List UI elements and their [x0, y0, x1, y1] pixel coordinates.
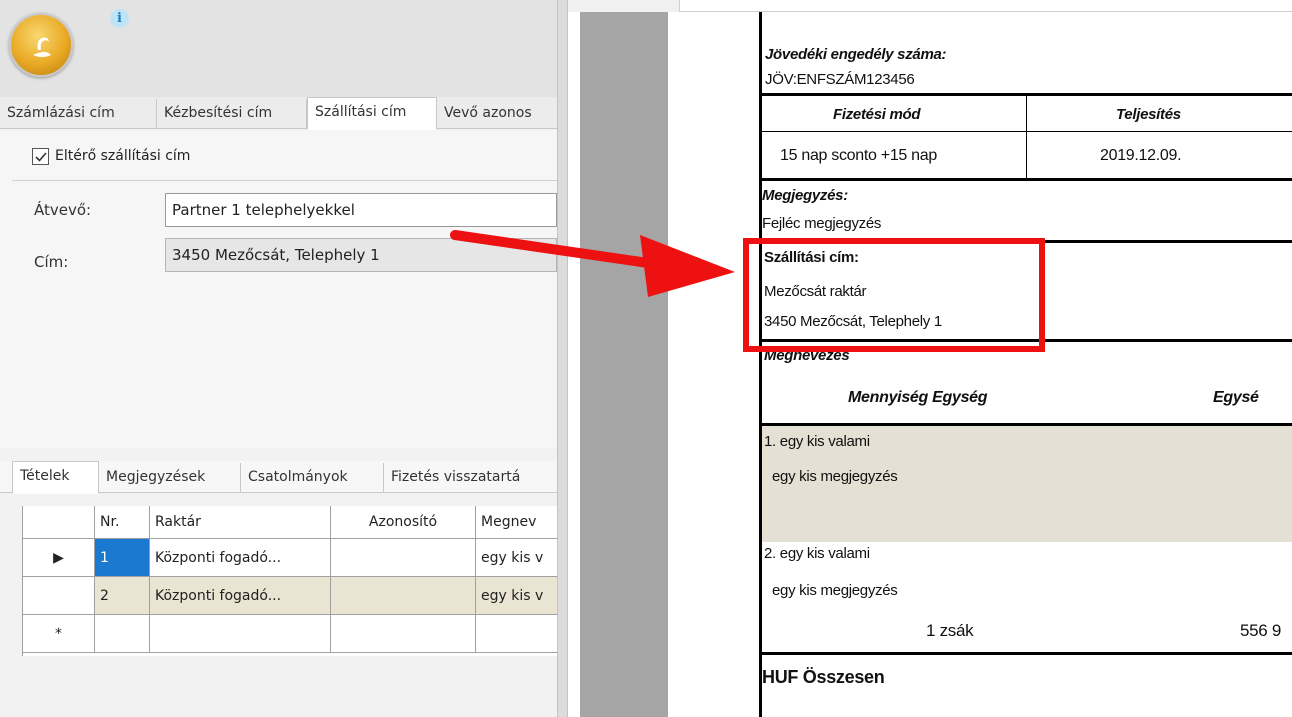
page-border-left: [759, 12, 762, 717]
cell-raktar[interactable]: Központi fogadó...: [150, 577, 331, 615]
new-row[interactable]: *: [23, 615, 557, 653]
qty-unit-header: Mennyiség Egység: [848, 389, 988, 406]
fulfillment-header: Teljesítés: [1116, 106, 1181, 123]
note-label: Megjegyzés:: [762, 187, 848, 204]
header-nr[interactable]: Nr.: [95, 506, 150, 539]
total-label: HUF Összesen: [762, 667, 885, 687]
cell-raktar[interactable]: Központi fogadó...: [150, 539, 331, 577]
detail-tabs: Tételek Megjegyzések Csatolmányok Fizeté…: [0, 461, 557, 494]
row-indicator: ▶: [23, 539, 95, 577]
tab-notes[interactable]: Megjegyzések: [99, 463, 241, 493]
highlight-box: [743, 238, 1045, 352]
unit-price-header: Egysé: [1213, 389, 1259, 406]
cell-megnev[interactable]: egy kis v: [476, 577, 557, 615]
red-arrow-icon: [450, 230, 735, 297]
header-indicator: [23, 506, 95, 539]
table-row[interactable]: ▶ 1 Központi fogadó... egy kis v: [23, 539, 557, 577]
tab-attachments[interactable]: Csatolmányok: [241, 463, 384, 493]
tab-delivery-address[interactable]: Kézbesítési cím: [157, 99, 307, 129]
app-menu-button[interactable]: [9, 13, 73, 77]
tab-customer-id[interactable]: Vevő azonos: [437, 99, 557, 129]
cell-azonosito[interactable]: [331, 539, 476, 577]
cell-nr[interactable]: 2: [95, 577, 150, 615]
rule: [762, 131, 1292, 132]
preview-margin: [580, 12, 668, 717]
grid-header-row: Nr. Raktár Azonosító Megnev: [23, 506, 557, 539]
item2-title: 2. egy kis valami: [764, 545, 870, 562]
app-logo-icon: [33, 37, 51, 57]
cell-azonosito[interactable]: [331, 615, 476, 653]
print-preview-page[interactable]: Jövedéki engedély száma: JÖV:ENFSZÁM1234…: [668, 12, 1292, 717]
tab-payment-retention[interactable]: Fizetés visszatartá: [384, 463, 557, 493]
checkbox-label: Eltérő szállítási cím: [55, 148, 191, 164]
rule: [759, 178, 1292, 181]
cell-nr[interactable]: 1: [95, 539, 150, 577]
header-raktar[interactable]: Raktár: [150, 506, 331, 539]
cell-nr[interactable]: [95, 615, 150, 653]
different-shipping-checkbox[interactable]: Eltérő szállítási cím: [32, 146, 190, 166]
cell-azonosito[interactable]: [331, 577, 476, 615]
preview-tab-edge: [568, 0, 680, 12]
header-megnev[interactable]: Megnev: [476, 506, 557, 539]
payment-value: 15 nap sconto +15 nap: [780, 147, 937, 164]
excise-value: JÖV:ENFSZÁM123456: [765, 71, 915, 88]
note-value: Fejléc megjegyzés: [762, 215, 882, 232]
ribbon: i: [0, 0, 557, 98]
item2-qty: 1 zsák: [926, 621, 974, 640]
table-row[interactable]: 2 Központi fogadó... egy kis v: [23, 577, 557, 615]
tab-shipping-address[interactable]: Szállítási cím: [307, 97, 437, 130]
item2-note: egy kis megjegyzés: [772, 582, 898, 599]
fulfillment-value: 2019.12.09.: [1100, 147, 1182, 164]
rule: [759, 652, 1292, 655]
cell-megnev[interactable]: [476, 615, 557, 653]
address-label: Cím:: [34, 253, 69, 271]
header-azonosito[interactable]: Azonosító: [331, 506, 476, 539]
info-icon[interactable]: i: [110, 9, 129, 28]
invoice-editor-pane: i Számlázási cím Kézbesítési cím Szállít…: [0, 0, 557, 717]
address-tabs: Számlázási cím Kézbesítési cím Szállítás…: [0, 97, 557, 130]
row-indicator: [23, 577, 95, 615]
excise-label: Jövedéki engedély száma:: [765, 46, 947, 63]
recipient-label: Átvevő:: [34, 201, 92, 219]
new-row-indicator: *: [23, 615, 95, 653]
item1-title: 1. egy kis valami: [764, 433, 870, 450]
checkbox-box[interactable]: [32, 147, 49, 165]
item1-note: egy kis megjegyzés: [772, 468, 898, 485]
items-grid[interactable]: Nr. Raktár Azonosító Megnev ▶ 1 Központi…: [22, 506, 557, 656]
tab-items[interactable]: Tételek: [12, 461, 99, 494]
divider: [12, 180, 557, 181]
column-divider: [1026, 93, 1027, 178]
pane-splitter[interactable]: [557, 0, 568, 717]
item2-price: 556 9: [1240, 621, 1282, 640]
checkmark-icon: [35, 151, 47, 162]
tab-billing-address[interactable]: Számlázási cím: [0, 99, 157, 129]
payment-header: Fizetési mód: [833, 106, 921, 123]
cell-megnev[interactable]: egy kis v: [476, 539, 557, 577]
cell-raktar[interactable]: [150, 615, 331, 653]
